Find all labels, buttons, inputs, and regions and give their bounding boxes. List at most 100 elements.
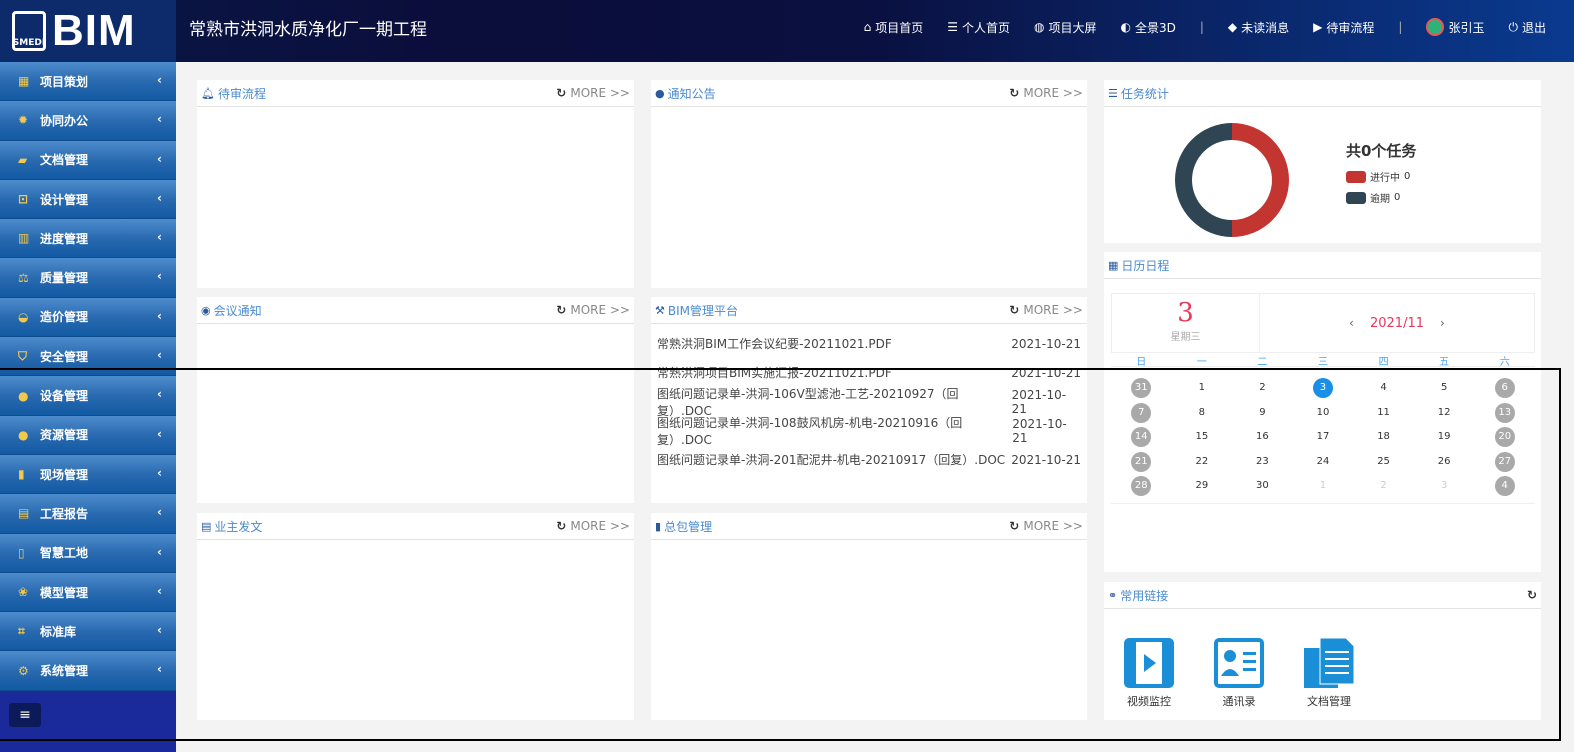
- sidebar-item[interactable]: ✹ 协同办公 ‹: [0, 101, 176, 141]
- file-row[interactable]: 图纸问题记录单-洪洞-201配泥井-机电-20210917（回复）.DOC 202…: [651, 445, 1087, 474]
- nav-separator: |: [1199, 20, 1204, 34]
- panel-title: 任务统计: [1120, 86, 1169, 101]
- file-name[interactable]: 常熟洪洞BIM工作会议纪要-20211021.PDF: [657, 335, 892, 352]
- sidebar-item[interactable]: ⊡ 设计管理 ‹: [0, 179, 176, 220]
- calendar-day[interactable]: 28: [1111, 474, 1172, 499]
- calendar-day[interactable]: 16: [1232, 425, 1293, 450]
- calendar-day[interactable]: 21: [1111, 450, 1172, 475]
- nav-stack[interactable]: ☰ 个人首页: [947, 19, 1010, 36]
- calendar-day[interactable]: 24: [1293, 450, 1354, 475]
- sidebar-item[interactable]: ▦ 项目策划 ‹: [0, 62, 176, 102]
- calendar-day[interactable]: 19: [1414, 425, 1475, 450]
- calendar-day[interactable]: 15: [1172, 425, 1233, 450]
- link-video-monitor[interactable]: 视频监控: [1114, 638, 1184, 709]
- nav-pie[interactable]: ◐ 全景3D: [1121, 19, 1176, 36]
- file-name[interactable]: 图纸问题记录单-洪洞-201配泥井-机电-20210917（回复）.DOC: [657, 451, 1005, 468]
- file-name[interactable]: 常熟洪洞项目BIM实施汇报-20211021.PDF: [657, 364, 892, 381]
- user-menu[interactable]: 张引玉: [1426, 18, 1484, 36]
- refresh-icon[interactable]: ↻: [1009, 303, 1019, 317]
- file-row[interactable]: 图纸问题记录单-洪洞-106V型滤池-工艺-20210927（回复）.DOC 20…: [651, 387, 1087, 418]
- prev-month-button[interactable]: ‹: [1349, 316, 1354, 330]
- calendar-day[interactable]: 6: [1474, 376, 1535, 401]
- calendar-day[interactable]: 30: [1232, 474, 1293, 499]
- sidebar-item-label: 资源管理: [40, 428, 89, 443]
- calendar-day[interactable]: 3: [1414, 474, 1475, 499]
- sidebar-item-label: 协同办公: [40, 113, 89, 128]
- calendar-day[interactable]: 8: [1172, 401, 1233, 426]
- refresh-icon[interactable]: ↻: [1009, 519, 1019, 533]
- more-link[interactable]: ↻ MORE >>: [556, 86, 630, 100]
- logout-button[interactable]: ⏻ 退出: [1508, 19, 1546, 36]
- day-number: 12: [1437, 406, 1451, 418]
- refresh-icon[interactable]: ↻: [1527, 588, 1537, 602]
- nav-flag[interactable]: ▶ 待审流程: [1313, 19, 1374, 36]
- refresh-icon[interactable]: ↻: [556, 86, 566, 100]
- calendar-day[interactable]: 22: [1172, 450, 1233, 475]
- calendar-day[interactable]: 2: [1232, 376, 1293, 401]
- refresh-icon[interactable]: ↻: [556, 519, 566, 533]
- calendar-day[interactable]: 2: [1353, 474, 1414, 499]
- calendar-day[interactable]: 10: [1293, 401, 1354, 426]
- file-name[interactable]: 图纸问题记录单-洪洞-108鼓风机房-机电-20210916（回复）.DOC: [657, 414, 1012, 448]
- file-row[interactable]: 常熟洪洞项目BIM实施汇报-20211021.PDF 2021-10-21: [651, 358, 1087, 387]
- calendar-day[interactable]: 4: [1353, 376, 1414, 401]
- calendar-day[interactable]: 4: [1474, 474, 1535, 499]
- calendar-day[interactable]: 26: [1414, 450, 1475, 475]
- calendar-day[interactable]: 1: [1172, 376, 1233, 401]
- calendar-day[interactable]: 11: [1353, 401, 1414, 426]
- chevron-left-icon: ‹: [157, 387, 162, 402]
- file-row[interactable]: 图纸问题记录单-洪洞-108鼓风机房-机电-20210916（回复）.DOC 20…: [651, 414, 1087, 448]
- legend-item[interactable]: 逾期 0: [1346, 190, 1410, 205]
- calendar-day[interactable]: 5: [1414, 376, 1475, 401]
- sidebar-item[interactable]: ▰ 文档管理 ‹: [0, 140, 176, 180]
- nav-layers[interactable]: ◆ 未读消息: [1228, 19, 1289, 36]
- link-contacts[interactable]: 通讯录: [1204, 638, 1274, 709]
- more-link[interactable]: ↻ MORE >>: [1009, 519, 1083, 533]
- calendar-day[interactable]: 23: [1232, 450, 1293, 475]
- legend-item[interactable]: 进行中 0: [1346, 169, 1410, 184]
- refresh-icon[interactable]: ↻: [1009, 86, 1019, 100]
- sidebar-item[interactable]: ● 资源管理 ‹: [0, 415, 176, 455]
- nav-globe[interactable]: ◍ 项目大屏: [1034, 19, 1097, 36]
- calendar-day[interactable]: 12: [1414, 401, 1475, 426]
- sidebar-item[interactable]: ❀ 模型管理 ‹: [0, 572, 176, 613]
- calendar-day[interactable]: 29: [1172, 474, 1233, 499]
- calendar-day[interactable]: 1: [1293, 474, 1354, 499]
- sidebar-item[interactable]: ⚙ 系统管理 ‹: [0, 651, 176, 691]
- file-row[interactable]: 常熟洪洞BIM工作会议纪要-20211021.PDF 2021-10-21: [651, 329, 1087, 358]
- calendar-day[interactable]: 27: [1474, 450, 1535, 475]
- sidebar-item[interactable]: ⛉ 安全管理 ‹: [0, 337, 176, 377]
- calendar-day[interactable]: 31: [1111, 376, 1172, 401]
- refresh-icon[interactable]: ↻: [556, 303, 566, 317]
- sidebar-item[interactable]: ▤ 工程报告 ‹: [0, 494, 176, 534]
- chevron-left-icon: ‹: [157, 426, 162, 441]
- calendar-day[interactable]: 13: [1474, 401, 1535, 426]
- calendar-day[interactable]: 7: [1111, 401, 1172, 426]
- calendar-day[interactable]: 20: [1474, 425, 1535, 450]
- pending-panel: 🔔︎ 待审流程 ↻ MORE >>: [197, 80, 634, 288]
- sidebar-item[interactable]: ◒ 造价管理 ‹: [0, 297, 176, 338]
- more-link[interactable]: ↻ MORE >>: [1009, 86, 1083, 100]
- sidebar-item[interactable]: ⌗ 标准库 ‹: [0, 612, 176, 652]
- sidebar-item[interactable]: ⚖ 质量管理 ‹: [0, 258, 176, 298]
- link-documents[interactable]: 文档管理: [1294, 638, 1364, 709]
- sidebar-item[interactable]: ▯ 智慧工地 ‹: [0, 533, 176, 573]
- calendar-day[interactable]: 9: [1232, 401, 1293, 426]
- more-link[interactable]: ↻ MORE >>: [556, 519, 630, 533]
- calendar-day[interactable]: 14: [1111, 425, 1172, 450]
- sidebar-item[interactable]: ▥ 进度管理 ‹: [0, 219, 176, 259]
- calendar-day[interactable]: 3: [1293, 376, 1354, 401]
- nav-home[interactable]: ⌂ 项目首页: [864, 19, 924, 36]
- more-link[interactable]: ↻ MORE >>: [556, 303, 630, 317]
- pie-icon: ◐: [1120, 20, 1131, 34]
- calendar-day[interactable]: 17: [1293, 425, 1354, 450]
- sidebar-item[interactable]: ▮ 现场管理 ‹: [0, 454, 176, 495]
- calendar-day[interactable]: 18: [1353, 425, 1414, 450]
- sidebar-toggle-button[interactable]: ≡: [9, 703, 41, 727]
- sidebar-item[interactable]: ● 设备管理 ‹: [0, 376, 176, 416]
- logo[interactable]: SMEDI BIM: [0, 0, 176, 62]
- more-link[interactable]: ↻ MORE >>: [1009, 303, 1083, 317]
- sidebar-item-label: 智慧工地: [40, 546, 89, 561]
- calendar-day[interactable]: 25: [1353, 450, 1414, 475]
- next-month-button[interactable]: ›: [1440, 316, 1445, 330]
